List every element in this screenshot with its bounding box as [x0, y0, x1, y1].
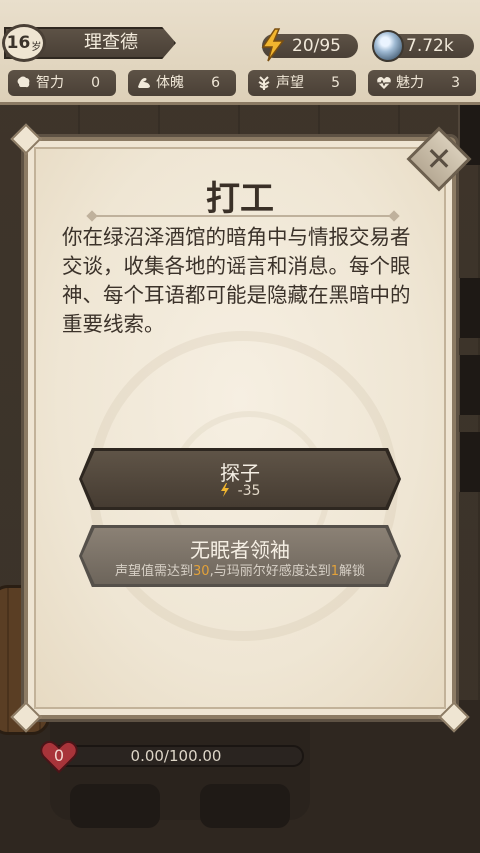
- lightning-icon: [261, 28, 285, 62]
- choice-label: 无眠者领袖: [190, 538, 290, 562]
- stat-label: 体魄: [156, 75, 184, 91]
- laurel-icon: [258, 76, 270, 90]
- energy-counter[interactable]: 20/95: [261, 28, 358, 62]
- health-value: 0: [53, 746, 65, 765]
- age-value: 16: [6, 33, 31, 53]
- stat-physique[interactable]: 体魄 6: [128, 70, 236, 96]
- gem-counter[interactable]: 7.72k: [372, 30, 474, 62]
- gem-icon: [372, 30, 404, 62]
- stat-label: 智力: [36, 75, 64, 91]
- stat-reputation[interactable]: 声望 5: [248, 70, 356, 96]
- stat-charm[interactable]: 魅力 3: [368, 70, 476, 96]
- heart-pulse-icon: [377, 77, 391, 89]
- choice-button-sleepless-leader[interactable]: 无眠者领袖 声望值需达到30,与玛丽尔好感度达到1解锁: [79, 525, 401, 587]
- stat-value: 0: [91, 75, 100, 91]
- choice-label: 探子: [220, 461, 260, 485]
- title-divider: [88, 215, 398, 217]
- stat-value: 6: [211, 75, 220, 91]
- age-badge: 16 岁: [2, 24, 46, 62]
- dialog-description: 你在绿沼泽酒馆的暗角中与情报交易者交谈，收集各地的谣言和消息。每个眼神、每个耳语…: [62, 225, 411, 336]
- boot: [200, 784, 290, 828]
- health-bar: 0.00/100.00: [48, 745, 304, 767]
- stat-label: 魅力: [396, 75, 424, 91]
- stat-intelligence[interactable]: 智力 0: [8, 70, 116, 96]
- req-text: ,与玛丽尔好感度达到: [209, 564, 331, 579]
- health-bar-text: 0.00/100.00: [130, 747, 222, 765]
- wall-shelf: [458, 432, 480, 492]
- top-status-bar: 16 岁 理查德 20/95 7.72k 智力 0 体魄 6 声望 5 魅力 3: [0, 0, 480, 105]
- player-name: 理查德: [84, 32, 138, 53]
- age-unit: 岁: [31, 42, 42, 53]
- choice-button-spy[interactable]: 探子 -35: [79, 448, 401, 510]
- req-number: 1: [330, 564, 339, 579]
- req-text: 解锁: [338, 564, 365, 579]
- gem-value: 7.72k: [406, 36, 454, 56]
- lightning-icon: [220, 483, 229, 497]
- brain-icon: [17, 76, 30, 88]
- energy-cost-value: -35: [237, 483, 261, 499]
- arm-icon: [138, 78, 150, 88]
- req-text: 声望值需达到: [115, 564, 194, 579]
- wall-shelf: [458, 355, 480, 415]
- stat-label: 声望: [276, 75, 304, 91]
- wall-shelf: [458, 278, 480, 338]
- stat-value: 5: [331, 75, 340, 91]
- stat-value: 3: [451, 75, 460, 91]
- energy-cost: -35: [82, 483, 398, 499]
- req-number: 30: [193, 564, 210, 579]
- energy-value: 20/95: [292, 36, 341, 56]
- unlock-requirement: 声望值需达到30,与玛丽尔好感度达到1解锁: [82, 560, 398, 579]
- boot: [70, 784, 160, 828]
- work-dialog: 打工 你在绿沼泽酒馆的暗角中与情报交易者交谈，收集各地的谣言和消息。每个眼神、每…: [10, 123, 470, 733]
